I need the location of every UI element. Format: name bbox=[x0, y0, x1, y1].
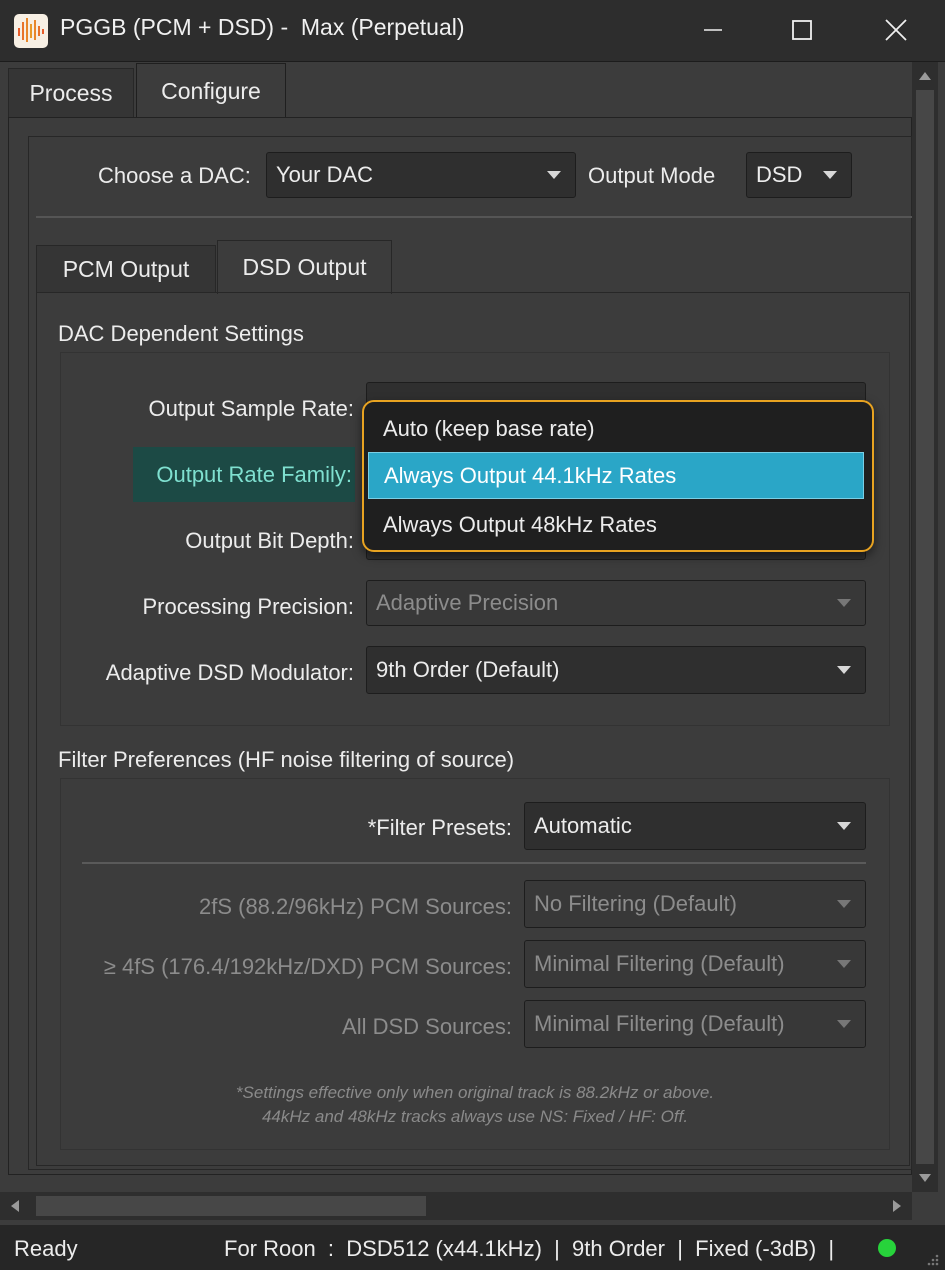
close-button[interactable] bbox=[866, 10, 926, 50]
window-title: PGGB (PCM + DSD) - Max (Perpetual) bbox=[60, 14, 465, 40]
status-ready: Ready bbox=[14, 1236, 78, 1261]
output-mode-select[interactable]: DSD bbox=[746, 152, 852, 198]
maximize-icon bbox=[792, 20, 812, 40]
filter-4fs-select[interactable]: Minimal Filtering (Default) bbox=[524, 940, 866, 988]
horizontal-scroll-thumb[interactable] bbox=[36, 1196, 426, 1216]
chevron-down-icon bbox=[823, 171, 837, 179]
output-mode-label: Output Mode bbox=[588, 163, 716, 188]
filter-4fs-label: ≥ 4fS (176.4/192kHz/DXD) PCM Sources: bbox=[103, 954, 512, 979]
divider bbox=[36, 216, 912, 218]
scroll-right-button[interactable] bbox=[882, 1192, 912, 1220]
filter-note: *Settings effective only when original t… bbox=[235, 1083, 715, 1126]
resize-grip-icon[interactable] bbox=[926, 1253, 940, 1267]
modulator-select[interactable]: 9th Order (Default) bbox=[366, 646, 866, 694]
dropdown-option-48k[interactable]: Always Output 48kHz Rates bbox=[368, 502, 868, 548]
tab-dsd-output[interactable]: DSD Output bbox=[217, 240, 392, 294]
chevron-down-icon bbox=[837, 666, 851, 674]
precision-label: Processing Precision: bbox=[142, 594, 354, 619]
rate-family-dropdown: Auto (keep base rate) Always Output 44.1… bbox=[362, 400, 874, 552]
chevron-down-icon bbox=[547, 171, 561, 179]
rate-family-label: Output Rate Family: bbox=[156, 462, 352, 487]
chevron-down-icon bbox=[837, 599, 851, 607]
scroll-down-button[interactable] bbox=[912, 1164, 938, 1192]
dac-label: Choose a DAC: bbox=[98, 163, 251, 188]
chevron-down-icon bbox=[837, 1020, 851, 1028]
dac-select[interactable]: Your DAC bbox=[266, 152, 576, 198]
pggb-app-icon bbox=[14, 14, 48, 48]
bit-depth-label: Output Bit Depth: bbox=[185, 528, 354, 553]
filter-heading: Filter Preferences (HF noise filtering o… bbox=[58, 747, 515, 772]
status-bar: Ready For Roon : DSD512 (x44.1kHz) | 9th… bbox=[0, 1225, 945, 1270]
arrow-up-icon bbox=[919, 72, 931, 80]
chevron-down-icon bbox=[837, 900, 851, 908]
dac-settings-heading: DAC Dependent Settings bbox=[58, 321, 304, 346]
status-info: For Roon : DSD512 (x44.1kHz) | 9th Order… bbox=[224, 1236, 835, 1261]
precision-select[interactable]: Adaptive Precision bbox=[366, 580, 866, 626]
dropdown-option-44k[interactable]: Always Output 44.1kHz Rates bbox=[368, 452, 864, 499]
sample-rate-label: Output Sample Rate: bbox=[148, 396, 354, 421]
filter-presets-label: *Filter Presets: bbox=[367, 815, 512, 840]
scroll-left-button[interactable] bbox=[0, 1192, 30, 1220]
chevron-down-icon bbox=[837, 960, 851, 968]
minimize-button[interactable] bbox=[683, 10, 743, 50]
filter-dsd-select[interactable]: Minimal Filtering (Default) bbox=[524, 1000, 866, 1048]
arrow-right-icon bbox=[893, 1200, 901, 1212]
close-icon bbox=[885, 19, 907, 41]
status-indicator bbox=[878, 1239, 896, 1257]
modulator-label: Adaptive DSD Modulator: bbox=[105, 660, 354, 685]
scroll-up-button[interactable] bbox=[912, 62, 938, 90]
divider bbox=[82, 862, 866, 864]
horizontal-scrollbar[interactable] bbox=[0, 1192, 912, 1220]
dropdown-option-auto[interactable]: Auto (keep base rate) bbox=[368, 406, 868, 452]
minimize-icon bbox=[704, 29, 722, 31]
maximize-button[interactable] bbox=[772, 10, 832, 50]
tab-configure[interactable]: Configure bbox=[136, 63, 286, 118]
filter-2fs-label: 2fS (88.2/96kHz) PCM Sources: bbox=[198, 894, 512, 919]
chevron-down-icon bbox=[837, 822, 851, 830]
tab-process[interactable]: Process bbox=[8, 68, 134, 118]
vertical-scrollbar[interactable] bbox=[912, 62, 938, 1192]
filter-presets-select[interactable]: Automatic bbox=[524, 802, 866, 850]
filter-dsd-label: All DSD Sources: bbox=[342, 1014, 512, 1039]
vertical-scroll-thumb[interactable] bbox=[916, 90, 934, 1164]
tab-pcm-output[interactable]: PCM Output bbox=[36, 245, 216, 293]
filter-2fs-select[interactable]: No Filtering (Default) bbox=[524, 880, 866, 928]
arrow-down-icon bbox=[919, 1174, 931, 1182]
arrow-left-icon bbox=[11, 1200, 19, 1212]
title-bar: PGGB (PCM + DSD) - Max (Perpetual) bbox=[0, 0, 945, 62]
